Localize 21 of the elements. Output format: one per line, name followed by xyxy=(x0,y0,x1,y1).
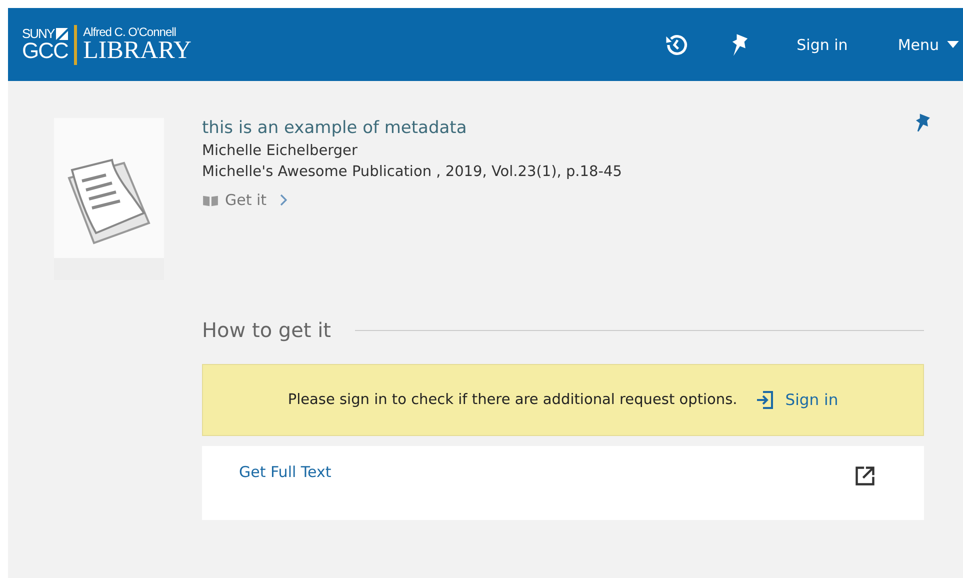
section-heading: How to get it xyxy=(202,318,332,342)
full-text-link[interactable]: Get Full Text xyxy=(239,463,332,481)
library-logo[interactable]: SUNY GCC Alfred C. O'Connell LIBRARY xyxy=(22,24,192,64)
sign-in-link[interactable]: Sign in xyxy=(796,36,848,54)
sign-in-link[interactable]: Sign in xyxy=(755,390,838,410)
sign-in-icon xyxy=(755,390,776,410)
caret-icon[interactable] xyxy=(947,41,959,48)
logo-square-icon xyxy=(56,28,68,40)
source-text: Michelle's Awesome Publication , 2019, Vol.23(1), p.18-45 xyxy=(202,164,622,180)
logo-text: SUNY xyxy=(22,27,54,40)
logo-text: GCC xyxy=(22,40,68,62)
notice-text: Please sign in to check if there are additional request options. xyxy=(288,392,738,408)
logo-text: LIBRARY xyxy=(83,38,192,63)
logo-text: Alfred C. O'Connell xyxy=(83,26,177,38)
menu-button[interactable]: Menu xyxy=(898,36,959,54)
author-text: Michelle Eichelberger xyxy=(202,143,358,159)
get-it-link[interactable]: Get it xyxy=(225,191,267,209)
book-icon xyxy=(202,194,219,206)
chevron-right-icon[interactable] xyxy=(278,194,287,206)
record-title[interactable]: this is an example of metadata xyxy=(202,118,622,138)
external-link-icon[interactable] xyxy=(854,465,876,487)
